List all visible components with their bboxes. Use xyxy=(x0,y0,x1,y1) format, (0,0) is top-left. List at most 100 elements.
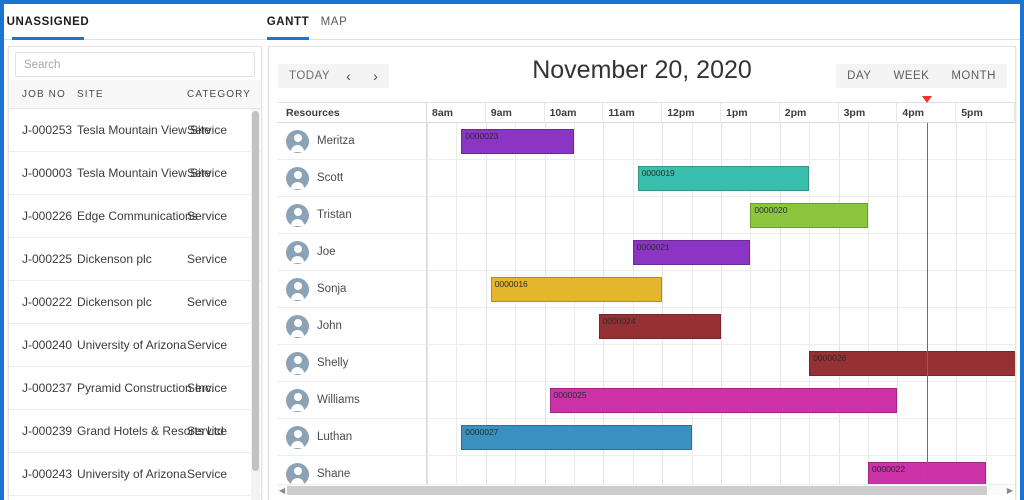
resource-name: Sonja xyxy=(317,283,347,295)
cell-category: Service xyxy=(187,338,228,352)
gantt-scroll-thumb[interactable] xyxy=(287,485,987,495)
gantt-toolbar: TODAY ‹ › November 20, 2020 DAY WEEK MONTH xyxy=(269,47,1015,102)
resource-row[interactable]: Joe xyxy=(277,234,426,271)
cell-category: Service xyxy=(187,123,228,137)
column-header-site: SITE xyxy=(77,88,104,100)
cell-category: Service xyxy=(187,166,228,180)
cell-site: Dickenson plc xyxy=(77,252,152,266)
gantt-bar[interactable]: 0000025 xyxy=(549,388,898,413)
cell-category: Service xyxy=(187,381,228,395)
column-header-category: CATEGORY xyxy=(187,88,251,100)
resource-row[interactable]: Sonja xyxy=(277,271,426,308)
resource-row[interactable]: Williams xyxy=(277,382,426,419)
column-header-job-no: JOB NO xyxy=(22,88,66,100)
resource-row[interactable]: Shane xyxy=(277,456,426,487)
current-time-line xyxy=(926,123,928,487)
scroll-left-arrow-icon[interactable]: ◀ xyxy=(279,486,285,495)
grid-line-vertical xyxy=(897,123,899,487)
tab-unassigned[interactable]: UNASSIGNED xyxy=(7,4,89,40)
hour-label-10am: 10am xyxy=(545,103,604,123)
cell-job-no: J-000237 xyxy=(22,381,73,395)
cell-category: Service xyxy=(187,209,228,223)
avatar xyxy=(286,425,309,449)
gantt-chart-area[interactable]: 0000023 0000019 0000020 0000021 0000016 00000… xyxy=(427,123,1015,487)
gantt-bar[interactable]: 0000016 xyxy=(490,277,663,302)
tab-gantt-label: GANTT xyxy=(266,16,310,28)
gantt-bar[interactable]: 0000021 xyxy=(632,240,751,265)
top-tab-bar: UNASSIGNED GANTT MAP xyxy=(4,4,1020,40)
gantt-grid: Meritza Scott Tristan Joe Sonja John Shelly Wil… xyxy=(277,123,1015,487)
table-row[interactable]: J-000225 Dickenson plc Service xyxy=(9,238,261,281)
table-row[interactable]: J-000253 Tesla Mountain View Site Service xyxy=(9,109,261,152)
avatar xyxy=(286,314,309,338)
table-row[interactable]: J-000243 University of Arizona Service xyxy=(9,453,261,496)
resource-row[interactable]: Shelly xyxy=(277,345,426,382)
table-row[interactable]: J-000222 Dickenson plc Service xyxy=(9,281,261,324)
table-row[interactable]: J-000227TeslaService xyxy=(9,496,261,500)
avatar xyxy=(286,240,309,264)
unassigned-jobs-panel: JOB NO SITE CATEGORY J-000253 Tesla Mount… xyxy=(8,46,262,500)
cell-site: Tesla Mountain View Site xyxy=(77,166,211,180)
avatar xyxy=(286,462,309,486)
job-list-scroll-thumb[interactable] xyxy=(252,111,259,471)
gantt-bar[interactable]: 0000023 xyxy=(461,129,574,154)
resource-name: Tristan xyxy=(317,209,352,221)
table-row[interactable]: J-000003 Tesla Mountain View Site Service xyxy=(9,152,261,195)
grid-line-vertical xyxy=(456,123,458,487)
cell-site: University of Arizona xyxy=(77,467,187,481)
view-mode-day[interactable]: DAY xyxy=(836,64,882,88)
cell-site: Tesla Mountain View Site xyxy=(77,123,211,137)
tab-gantt[interactable]: GANTT xyxy=(267,4,309,40)
hour-label-3pm: 3pm xyxy=(839,103,898,123)
resource-row[interactable]: Luthan xyxy=(277,419,426,456)
table-row[interactable]: J-000239 Grand Hotels & Resorts Ltd Servic… xyxy=(9,410,261,453)
gantt-bar[interactable]: 0000026 xyxy=(809,351,1015,376)
search-input[interactable] xyxy=(15,52,255,77)
job-list[interactable]: J-000253 Tesla Mountain View Site Service J… xyxy=(9,109,261,500)
resource-name: Shane xyxy=(317,468,351,480)
tab-map[interactable]: MAP xyxy=(317,4,351,40)
hour-label-9am: 9am xyxy=(486,103,545,123)
cell-site: Pyramid Construction Inc. xyxy=(77,381,215,395)
resource-row[interactable]: John xyxy=(277,308,426,345)
gantt-bar[interactable]: 0000024 xyxy=(598,314,721,339)
gantt-bar[interactable]: 0000027 xyxy=(461,425,692,450)
view-mode-month[interactable]: MONTH xyxy=(940,64,1007,88)
cell-site: Edge Communications xyxy=(77,209,198,223)
cell-category: Service xyxy=(187,295,228,309)
resource-row[interactable]: Tristan xyxy=(277,197,426,234)
tab-unassigned-label: UNASSIGNED xyxy=(6,16,90,28)
cell-job-no: J-000240 xyxy=(22,338,73,352)
search-container xyxy=(9,47,261,79)
gantt-bar[interactable]: 0000019 xyxy=(637,166,810,191)
cell-category: Service xyxy=(187,467,228,481)
resource-name: Shelly xyxy=(317,357,349,369)
table-row[interactable]: J-000240 University of Arizona Service xyxy=(9,324,261,367)
cell-site: University of Arizona xyxy=(77,338,187,352)
gantt-horizontal-scrollbar[interactable]: ◀ ▶ xyxy=(277,484,1015,495)
job-list-scrollbar[interactable] xyxy=(251,109,260,500)
table-row[interactable]: J-000226 Edge Communications Service xyxy=(9,195,261,238)
cell-job-no: J-000239 xyxy=(22,424,73,438)
grid-line-vertical xyxy=(809,123,811,487)
resources-column-header: Resources xyxy=(277,103,427,123)
resource-row[interactable]: Meritza xyxy=(277,123,426,160)
gantt-time-header: Resources 8am 9am 10am 11am 12pm 1pm 2pm 3pm 4pm… xyxy=(277,96,1015,123)
current-time-marker-icon xyxy=(921,96,932,103)
avatar xyxy=(286,351,309,375)
resource-row[interactable]: Scott xyxy=(277,160,426,197)
hour-label-11am: 11am xyxy=(603,103,663,123)
gantt-panel: TODAY ‹ › November 20, 2020 DAY WEEK MONTH… xyxy=(268,46,1016,500)
job-table-header: JOB NO SITE CATEGORY xyxy=(9,80,261,109)
resource-name: Meritza xyxy=(317,135,355,147)
cell-job-no: J-000222 xyxy=(22,295,73,309)
table-row[interactable]: J-000237 Pyramid Construction Inc. Service xyxy=(9,367,261,410)
gantt-bar[interactable]: 0000020 xyxy=(750,203,868,228)
view-mode-week[interactable]: WEEK xyxy=(882,64,940,88)
grid-line-vertical xyxy=(985,123,987,487)
grid-line-vertical xyxy=(427,123,428,487)
resource-name: Williams xyxy=(317,394,360,406)
scroll-right-arrow-icon[interactable]: ▶ xyxy=(1007,486,1013,495)
avatar xyxy=(286,129,309,153)
tab-map-label: MAP xyxy=(320,16,348,28)
